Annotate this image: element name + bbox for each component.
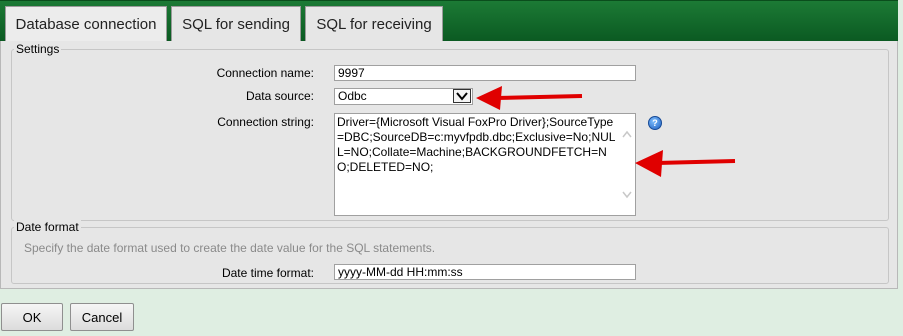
tab-database-connection[interactable]: Database connection	[5, 6, 167, 42]
help-icon[interactable]: ?	[648, 116, 662, 130]
connection-string-label: Connection string:	[217, 115, 314, 129]
red-arrow-icon	[476, 86, 583, 110]
data-source-select[interactable]: Odbc	[334, 88, 473, 105]
date-format-hint: Specify the date format used to create t…	[24, 241, 436, 255]
connection-string-textarea[interactable]: Driver={Microsoft Visual FoxPro Driver};…	[334, 113, 636, 216]
date-time-format-label: Date time format:	[221, 266, 314, 280]
chevron-down-icon[interactable]	[453, 89, 471, 103]
ok-button[interactable]: OK	[1, 303, 63, 331]
settings-group-title: Settings	[14, 42, 62, 56]
connection-name-field[interactable]	[334, 65, 636, 81]
tab-content-panel: Settings Connection name: Data source: O…	[0, 41, 898, 289]
data-source-value: Odbc	[338, 89, 367, 103]
tab-sql-for-receiving[interactable]: SQL for receiving	[305, 6, 443, 42]
red-arrow-icon	[635, 150, 736, 177]
tab-sql-for-sending[interactable]: SQL for sending	[171, 6, 301, 42]
data-source-label: Data source:	[245, 89, 314, 103]
cancel-button[interactable]: Cancel	[70, 303, 134, 331]
connection-name-label: Connection name:	[216, 66, 314, 80]
connection-string-text: Driver={Microsoft Visual FoxPro Driver};…	[337, 115, 616, 174]
date-time-format-field[interactable]	[334, 264, 636, 280]
date-format-group-title: Date format	[14, 220, 81, 234]
tab-bar: Database connection SQL for sending SQL …	[0, 0, 898, 42]
